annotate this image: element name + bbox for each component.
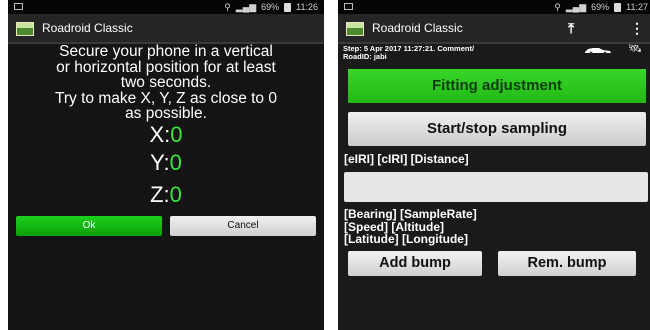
signal-icon: ▂▄▆ [235,2,257,12]
app-title: Roadroid Classic [42,21,133,35]
instruction-line: two seconds. [120,74,212,91]
cancel-button[interactable]: Cancel [170,216,316,236]
y-label: Y: [150,150,170,175]
app-logo-icon [346,22,364,36]
gps-satellite-icon: 🛰 [628,43,642,55]
location-icon: ⚲ [554,2,561,12]
remove-bump-button[interactable]: Rem. bump [498,251,636,276]
bearing-samplerate-label: [Bearing] [SampleRate] [344,207,477,221]
battery-percent: 69% [261,2,280,12]
y-axis-readout: Y:0 [8,150,324,176]
overflow-menu-icon[interactable]: ⋮ [630,20,644,37]
app-logo-icon [16,22,34,36]
instruction-line: Secure your phone in a vertical [59,43,273,60]
status-bar: ⚲ ▂▄▆ 69% 11:26 [8,0,324,14]
iri-distance-label: [eIRI] [cIRI] [Distance] [344,152,469,166]
comment-input[interactable] [344,172,648,202]
z-axis-readout: Z:0 [8,182,324,208]
notification-icon [344,3,353,10]
battery-percent: 69% [591,2,610,12]
fitting-adjustment-button[interactable]: Fitting adjustment [348,69,646,103]
upload-icon[interactable]: ⤒ [568,20,574,37]
y-value: 0 [169,150,182,175]
road-id-line: RoadID: jabi [343,52,387,61]
start-stop-sampling-button[interactable]: Start/stop sampling [348,112,646,146]
location-icon: ⚲ [224,2,231,12]
status-bar: ⚲ ▂▄▆ 69% 11:27 [338,0,650,14]
instruction-line: Try to make X, Y, Z as close to 0 [55,89,277,107]
calibration-screen: ⚲ ▂▄▆ 69% 11:26 Roadroid Classic Secure … [8,0,324,330]
battery-icon [284,2,292,12]
app-title: Roadroid Classic [372,21,463,35]
sampling-screen: ⚲ ▂▄▆ 69% 11:27 Roadroid Classic ⤒ ⋮ Ste… [338,0,650,330]
signal-icon: ▂▄▆ [565,2,587,12]
instruction-line: as possible. [125,105,207,122]
x-value: 0 [170,122,183,147]
battery-icon [614,2,622,12]
lat-long-label: [Latitude] [Longitude] [344,232,468,246]
calibration-instructions: Secure your phone in a vertical or horiz… [18,44,314,122]
z-value: 0 [169,182,182,207]
action-bar: Roadroid Classic [8,14,324,44]
action-bar: Roadroid Classic ⤒ ⋮ [338,14,650,44]
notification-icon [14,3,23,10]
x-label: X: [149,122,171,147]
z-label: Z: [150,182,170,207]
car-icon [585,48,611,54]
instruction-line: or horizontal position for at least [56,58,276,76]
x-axis-readout: X:0 [8,122,324,148]
clock: 11:27 [626,2,648,12]
add-bump-button[interactable]: Add bump [348,251,482,276]
sensor-info: [Bearing] [SampleRate] [Speed] [Altitude… [344,208,477,246]
session-info: Step: 5 Apr 2017 11:27:21. Comment/ Road… [343,45,474,61]
clock: 11:26 [296,2,318,12]
ok-button[interactable]: Ok [16,216,162,236]
